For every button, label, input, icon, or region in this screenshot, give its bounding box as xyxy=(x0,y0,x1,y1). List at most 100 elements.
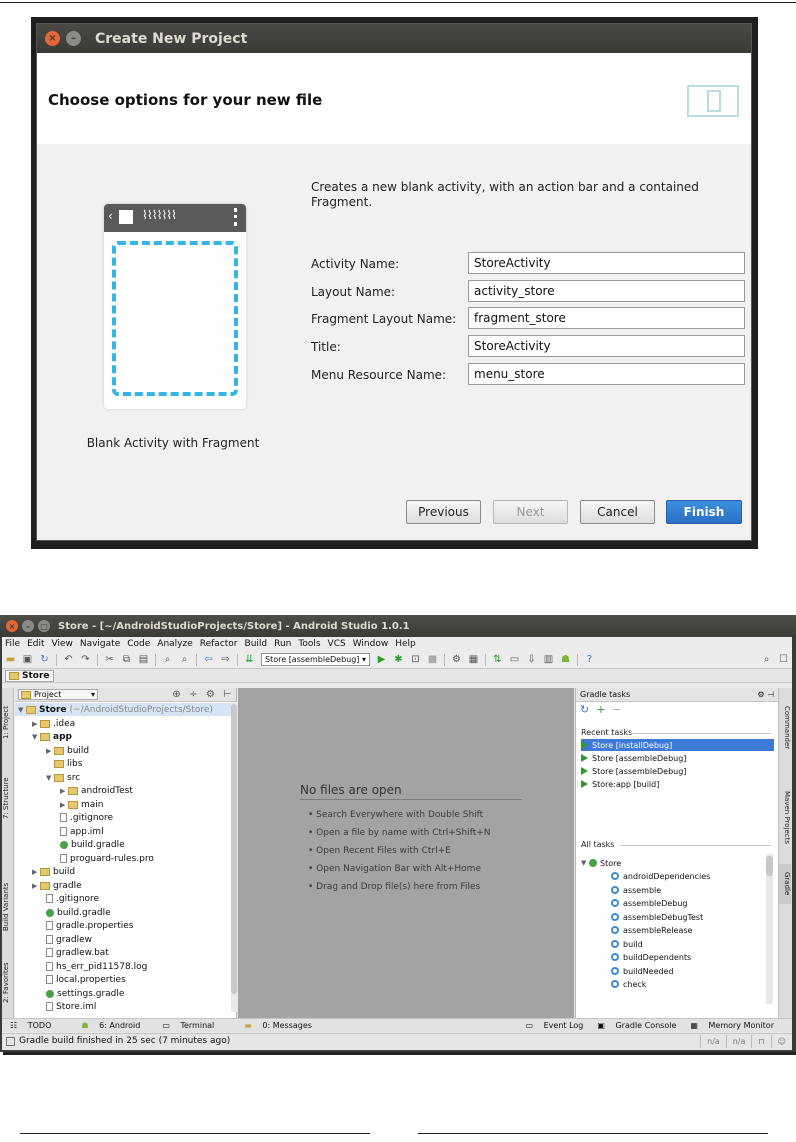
cancel-button[interactable]: Cancel xyxy=(580,500,655,524)
scroll-from-source-icon[interactable]: ⊕ xyxy=(170,688,183,701)
gradle-sync-icon[interactable]: ⇅ xyxy=(491,653,504,666)
breadcrumb[interactable]: Store xyxy=(5,669,54,682)
gradle-task[interactable]: assemble xyxy=(611,884,761,896)
menu-file[interactable]: File xyxy=(5,639,20,649)
tree-item[interactable]: build.gradle xyxy=(46,906,111,919)
close-icon[interactable]: × xyxy=(45,31,60,46)
finish-button[interactable]: Finish xyxy=(666,500,742,524)
gradle-task[interactable]: assembleRelease xyxy=(611,924,761,936)
tree-item[interactable]: local.properties xyxy=(46,973,126,986)
sync-icon[interactable]: ↻ xyxy=(38,653,51,666)
add-icon[interactable]: + xyxy=(596,703,605,716)
refresh-icon[interactable]: ↻ xyxy=(580,703,589,716)
tree-item[interactable]: proguard-rules.pro xyxy=(60,852,154,865)
title-input[interactable] xyxy=(468,335,745,357)
tree-item[interactable]: ▶ androidTest xyxy=(60,784,133,797)
maximize-icon[interactable]: □ xyxy=(38,620,50,632)
tree-item[interactable]: gradle.properties xyxy=(46,919,133,932)
status-toggle-icon[interactable] xyxy=(6,1036,15,1046)
remove-icon[interactable]: − xyxy=(612,703,621,716)
gradle-task[interactable]: androidDependencies xyxy=(611,870,761,882)
tree-item[interactable]: ▼ app xyxy=(32,730,72,743)
tab-gradle-console[interactable]: ▣ Gradle Console xyxy=(597,1021,676,1030)
tab-favorites[interactable]: 2: Favorites xyxy=(2,958,14,1008)
gradle-task[interactable]: buildNeeded xyxy=(611,965,761,977)
collapse-all-icon[interactable]: ÷ xyxy=(187,688,200,701)
run-icon[interactable]: ▶ xyxy=(375,653,388,666)
recent-task-item[interactable]: Store [assembleDebug] xyxy=(581,752,774,764)
back-icon[interactable]: ⇦ xyxy=(202,653,215,666)
tree-item[interactable]: ▶ main xyxy=(60,798,104,811)
tree-item[interactable]: ▶ build xyxy=(46,744,89,757)
user-icon[interactable]: ☐ xyxy=(777,653,790,666)
gear-icon[interactable]: ⚙ xyxy=(757,690,764,699)
previous-button[interactable]: Previous xyxy=(406,500,481,524)
stop-icon[interactable]: ■ xyxy=(426,653,439,666)
cut-icon[interactable]: ✂ xyxy=(103,653,116,666)
redo-icon[interactable]: ↷ xyxy=(79,653,92,666)
save-icon[interactable]: ▣ xyxy=(21,653,34,666)
sdk-manager-icon[interactable]: ⇩ xyxy=(525,653,538,666)
menu-view[interactable]: View xyxy=(52,639,73,649)
project-scrollbar[interactable] xyxy=(231,702,237,1012)
tree-item[interactable]: hs_err_pid11578.log xyxy=(46,960,147,973)
gradle-scrollbar[interactable] xyxy=(766,854,773,1004)
debug-icon[interactable]: ✱ xyxy=(392,653,405,666)
menu-help[interactable]: Help xyxy=(395,639,416,649)
tab-gradle[interactable]: Gradle xyxy=(779,864,791,904)
android-icon[interactable]: ☗ xyxy=(559,653,572,666)
gradle-task[interactable]: assembleDebug xyxy=(611,897,761,909)
monitor-icon[interactable]: ▥ xyxy=(542,653,555,666)
lock-icon[interactable]: ⊓ xyxy=(751,1034,770,1048)
recent-task-item[interactable]: Store [assembleDebug] xyxy=(581,765,774,777)
paste-icon[interactable]: ▤ xyxy=(137,653,150,666)
next-button[interactable]: Next xyxy=(493,500,568,524)
tab-maven-projects[interactable]: Maven Projects xyxy=(779,778,791,858)
menu-run[interactable]: Run xyxy=(274,639,291,649)
menu-analyze[interactable]: Analyze xyxy=(157,639,192,649)
tab-structure[interactable]: 7: Structure xyxy=(2,772,14,824)
tree-item[interactable]: ▶ .idea xyxy=(32,717,75,730)
layout-name-input[interactable] xyxy=(468,280,745,302)
help-icon[interactable]: ? xyxy=(583,653,596,666)
activity-name-input[interactable] xyxy=(468,252,745,274)
close-icon[interactable]: × xyxy=(6,620,18,632)
menu-edit[interactable]: Edit xyxy=(27,639,44,649)
all-tasks-root[interactable]: ▼ Store xyxy=(581,857,774,869)
gear-icon[interactable]: ⚙ xyxy=(204,688,217,701)
settings-icon[interactable]: ⚙ xyxy=(450,653,463,666)
find-icon[interactable]: ⌕ xyxy=(161,653,174,666)
gradle-task[interactable]: buildDependents xyxy=(611,951,761,963)
menu-code[interactable]: Code xyxy=(127,639,150,649)
tree-item[interactable]: .gitignore xyxy=(46,892,99,905)
tree-item[interactable]: gradlew xyxy=(46,933,92,946)
recent-task-item[interactable]: Store [installDebug] xyxy=(581,739,774,751)
gradle-task[interactable]: assembleDebugTest xyxy=(611,911,761,923)
gradle-task[interactable]: build xyxy=(611,938,761,950)
gradle-task[interactable]: check xyxy=(611,978,761,990)
tree-item[interactable]: ▶ gradle xyxy=(32,879,82,892)
menu-window[interactable]: Window xyxy=(353,639,389,649)
tab-todo[interactable]: ☷ TODO xyxy=(10,1021,51,1030)
menu-refactor[interactable]: Refactor xyxy=(200,639,238,649)
copy-icon[interactable]: ⧉ xyxy=(120,653,133,666)
fragment-layout-name-input[interactable] xyxy=(468,307,745,329)
run-config-select[interactable]: Store [assembleDebug] ▾ xyxy=(261,653,370,666)
tree-item[interactable]: .gitignore xyxy=(60,811,113,824)
tree-item[interactable]: build.gradle xyxy=(60,838,125,851)
tree-item[interactable]: app.iml xyxy=(60,825,104,838)
project-structure-icon[interactable]: ▦ xyxy=(467,653,480,666)
tree-item[interactable]: ▶ build xyxy=(32,865,75,878)
tree-item[interactable]: Store.iml xyxy=(46,1000,96,1013)
minimize-icon[interactable]: – xyxy=(22,620,34,632)
tree-root[interactable]: ▼ Store (~/AndroidStudioProjects/Store) xyxy=(15,703,231,716)
forward-icon[interactable]: ⇨ xyxy=(219,653,232,666)
tab-project[interactable]: 1: Project xyxy=(2,698,14,748)
replace-icon[interactable]: ⌕ xyxy=(178,653,191,666)
menu-build[interactable]: Build xyxy=(245,639,268,649)
menu-navigate[interactable]: Navigate xyxy=(80,639,120,649)
search-everywhere-icon[interactable]: ⌕ xyxy=(760,653,773,666)
tab-android[interactable]: ☗ 6: Android xyxy=(73,1021,140,1030)
tab-messages[interactable]: ▬ 0: Messages xyxy=(236,1021,312,1030)
attach-debugger-icon[interactable]: ⊡ xyxy=(409,653,422,666)
